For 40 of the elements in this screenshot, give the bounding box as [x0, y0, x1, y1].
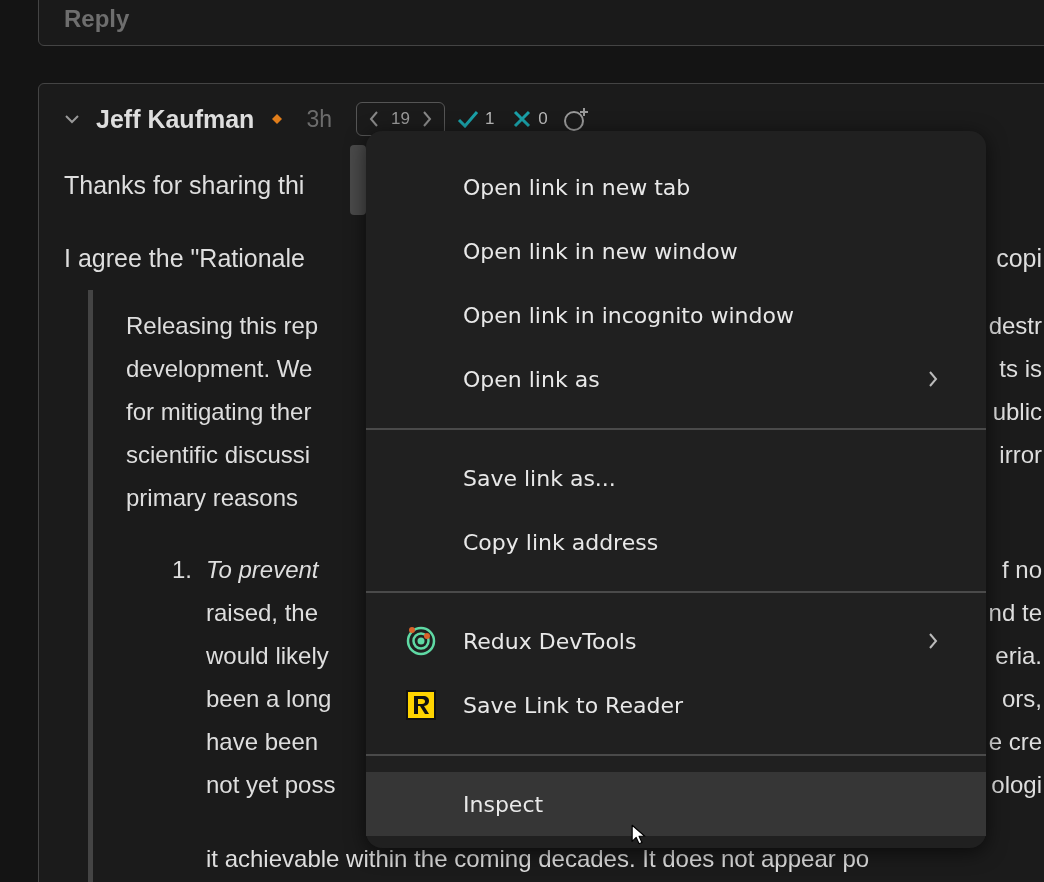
list-text: e cre [988, 727, 1042, 757]
disagree-count: 0 [538, 109, 548, 129]
list-number: 1. [172, 556, 192, 583]
list-text: would likely [206, 641, 329, 671]
comment-text: I agree the "Rationale [64, 243, 305, 274]
list-text: it achievable within the coming decades. It does not appear po [206, 844, 870, 874]
agree-count: 1 [484, 109, 495, 129]
quote-text: ts is [999, 354, 1042, 384]
author-name[interactable]: Jeff Kaufman [96, 104, 255, 134]
quote-text: ublic [992, 397, 1042, 427]
list-text: ors, [1002, 684, 1042, 714]
vote-score: 19 [390, 109, 410, 129]
quote-text: destr [988, 311, 1042, 341]
comment-text: Thanks for sharing thi [64, 170, 305, 201]
list-text: been a long [206, 684, 332, 714]
quote-text: development. We [126, 354, 313, 384]
quote-text: for mitigating ther [126, 397, 312, 427]
menu-item[interactable]: Open link as [366, 347, 986, 411]
list-text: not yet poss [206, 770, 336, 800]
menu-item[interactable]: Open link in new tab [366, 155, 986, 219]
menu-item[interactable]: Open link in incognito window [366, 283, 986, 347]
timestamp: 3h [306, 105, 332, 133]
quote-text: scientific discussi [126, 440, 311, 470]
quote-text: Releasing this rep [126, 311, 319, 341]
comment-text: copi [996, 243, 1042, 274]
list-text: To prevent [206, 555, 319, 585]
list-text: have been [206, 727, 319, 757]
menu-item[interactable]: Open link in new window [366, 219, 986, 283]
menu-item[interactable]: Inspect [366, 772, 986, 836]
quote-text: primary reasons [126, 483, 299, 513]
menu-item[interactable]: Save link as... [366, 446, 986, 510]
menu-item[interactable]: Redux DevTools [366, 609, 986, 673]
list-text: nd te [988, 598, 1042, 628]
list-text: eria. [995, 641, 1042, 671]
quote-text: irror [999, 440, 1042, 470]
list-text: raised, the [206, 598, 319, 628]
list-text: f no [1001, 555, 1042, 585]
list-text: ologi [991, 770, 1042, 800]
menu-item[interactable]: Save Link to Reader [366, 673, 986, 737]
menu-item[interactable]: Copy link address [366, 510, 986, 574]
